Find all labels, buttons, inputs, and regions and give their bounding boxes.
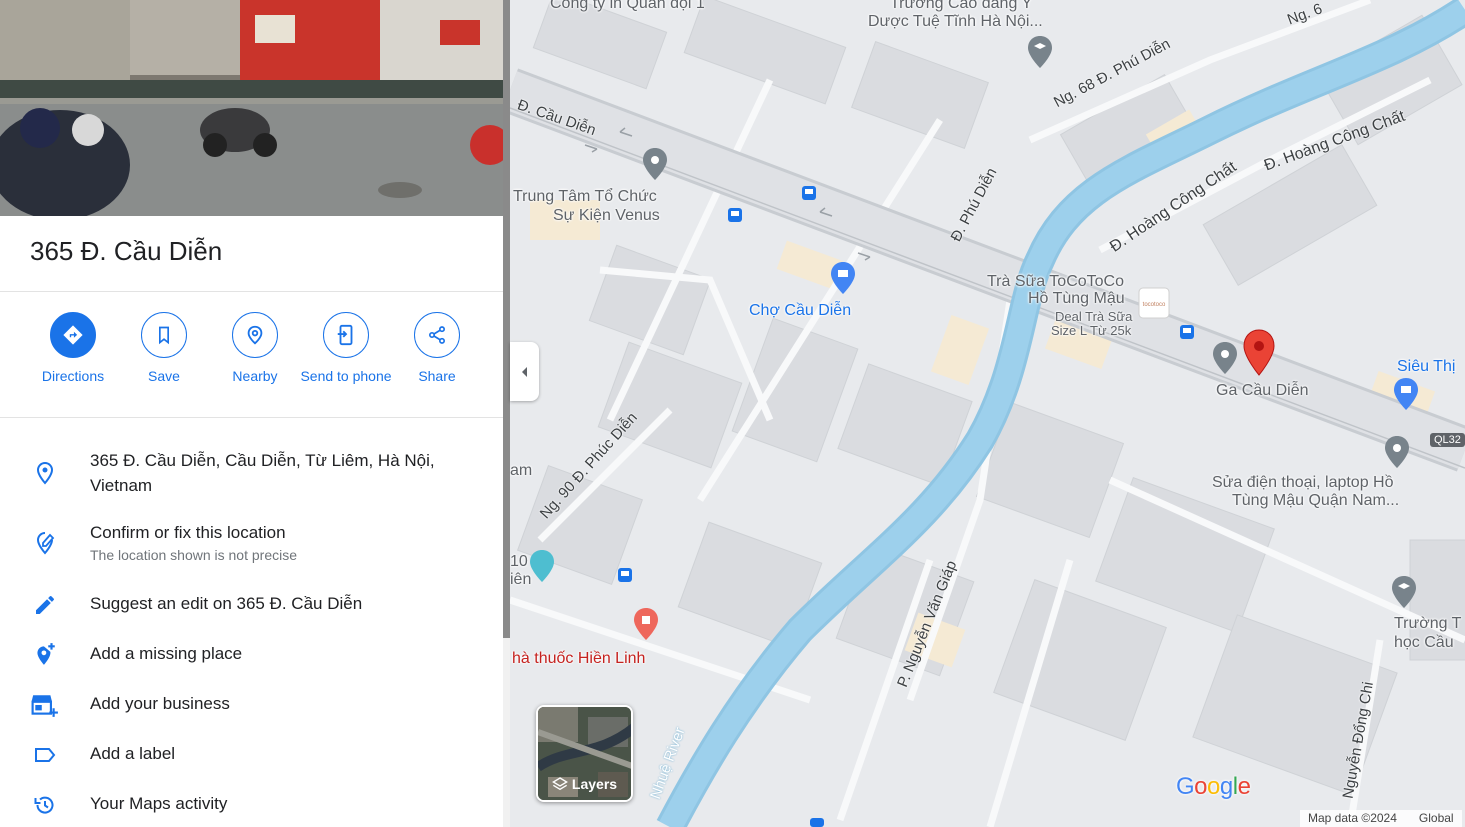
nearby-icon	[247, 325, 263, 345]
layers-button[interactable]: Layers	[536, 705, 633, 802]
attribution-map-data[interactable]: Map data ©2024	[1308, 811, 1397, 826]
confirm-location-title: Confirm or fix this location	[90, 523, 286, 542]
save-button[interactable]: Save	[118, 312, 210, 386]
route-badge-ql32: QL32	[1430, 433, 1465, 447]
place-panel: 365 Đ. Cầu Diễn Directions Save Nearby S…	[0, 0, 503, 827]
label-icon	[35, 748, 56, 762]
map-label-deal-1: Deal Trà Sữa	[1055, 309, 1133, 324]
google-letter-e: e	[1237, 773, 1251, 800]
attribution-region[interactable]: Global	[1419, 811, 1454, 826]
map-label-sieu-thi[interactable]: Siêu Thị	[1397, 357, 1455, 376]
maps-activity-row[interactable]: Your Maps activity	[0, 790, 503, 820]
add-business-icon	[31, 695, 58, 717]
add-label-row[interactable]: Add a label	[0, 740, 503, 770]
map-base: tocotoco	[510, 0, 1465, 827]
nearby-button[interactable]: Nearby	[209, 312, 301, 386]
send-to-phone-icon	[337, 324, 353, 346]
collapse-panel-button[interactable]	[510, 342, 539, 401]
map-label-ien: iên	[510, 571, 532, 588]
map-label-tra-sua-2[interactable]: Hồ Tùng Mậu	[1028, 289, 1125, 308]
google-letter-g2: g	[1219, 773, 1233, 800]
panel-scrollbar-thumb[interactable]	[503, 0, 510, 638]
map-canvas[interactable]: tocotoco Công ty in Quân đội 1 Trường Ca…	[510, 0, 1465, 827]
confirm-location-subtitle: The location shown is not precise	[90, 547, 297, 563]
share-button[interactable]: Share	[391, 312, 483, 386]
send-to-phone-button[interactable]: Send to phone	[300, 312, 392, 386]
suggest-edit-text: Suggest an edit on 365 Đ. Cầu Diễn	[90, 594, 363, 613]
layers-label: Layers	[571, 776, 618, 792]
google-letter-o2: o	[1207, 773, 1220, 800]
map-label-ten: 10	[510, 553, 528, 570]
map-attribution: Map data ©2024 Global	[1300, 810, 1462, 827]
directions-label: Directions	[41, 368, 105, 384]
directions-icon	[63, 325, 83, 345]
layers-icon	[551, 777, 568, 791]
add-business-text: Add your business	[90, 694, 230, 713]
svg-text:tocotoco: tocotoco	[1143, 302, 1166, 308]
map-label-ga-cau-dien[interactable]: Ga Cầu Diễn	[1216, 381, 1309, 400]
map-label-sua-dien-thoai-1[interactable]: Sửa điện thoại, laptop Hồ	[1212, 473, 1394, 492]
map-label-deal-2: Size L Từ 25k	[1051, 323, 1132, 338]
confirm-location-row[interactable]: Confirm or fix this location The locatio…	[0, 520, 503, 570]
google-letter-g: G	[1176, 773, 1195, 800]
send-to-phone-label: Send to phone	[300, 368, 392, 384]
address-row[interactable]: 365 Đ. Cầu Diễn, Cầu Diễn, Từ Liêm, Hà N…	[0, 448, 503, 500]
map-label-trung-tam-1[interactable]: Trung Tâm Tổ Chức	[513, 187, 657, 206]
map-label-cong-ty[interactable]: Công ty in Quân đội 1	[550, 0, 705, 13]
street-view-photo[interactable]	[0, 0, 503, 216]
edit-location-icon	[36, 532, 55, 555]
divider	[0, 417, 503, 418]
caret-left-icon	[521, 366, 527, 377]
share-icon	[429, 326, 445, 344]
maps-activity-text: Your Maps activity	[90, 794, 228, 813]
add-location-icon	[37, 643, 55, 665]
save-label: Save	[148, 368, 180, 384]
action-bar: Directions Save Nearby Send to phone Sha…	[0, 312, 503, 412]
map-label-am: am	[510, 462, 533, 479]
add-missing-place-row[interactable]: Add a missing place	[0, 640, 503, 670]
map-label-hoc-cau[interactable]: học Cầu	[1394, 633, 1454, 652]
divider	[0, 291, 503, 292]
google-maps-app: 365 Đ. Cầu Diễn Directions Save Nearby S…	[0, 0, 1465, 827]
nearby-label: Nearby	[232, 368, 278, 384]
add-business-row[interactable]: Add your business	[0, 690, 503, 720]
address-text: 365 Đ. Cầu Diễn, Cầu Diễn, Từ Liêm, Hà N…	[90, 451, 435, 495]
pencil-icon	[36, 596, 54, 614]
map-label-duoc-tue-tinh[interactable]: Dược Tuệ Tĩnh Hà Nội...	[868, 12, 1043, 31]
history-icon	[34, 796, 54, 814]
map-label-nha-thuoc[interactable]: hà thuốc Hiền Linh	[512, 649, 645, 668]
add-label-text: Add a label	[90, 744, 176, 763]
place-title: 365 Đ. Cầu Diễn	[30, 236, 223, 266]
map-label-truong-t[interactable]: Trường T	[1394, 614, 1461, 633]
bookmark-icon	[159, 326, 169, 345]
suggest-edit-row[interactable]: Suggest an edit on 365 Đ. Cầu Diễn	[0, 590, 503, 620]
location-pin-icon	[36, 461, 54, 485]
map-label-trung-tam-2[interactable]: Sự Kiện Venus	[553, 206, 660, 225]
map-label-cho-cau-dien[interactable]: Chợ Cầu Diễn	[749, 301, 851, 320]
directions-button[interactable]: Directions	[27, 312, 119, 386]
add-missing-place-text: Add a missing place	[90, 644, 243, 663]
google-letter-o1: o	[1194, 773, 1208, 800]
google-logo: Google	[1176, 773, 1251, 801]
share-label: Share	[418, 368, 456, 384]
map-label-sua-dien-thoai-2[interactable]: Tùng Mậu Quận Nam...	[1232, 491, 1399, 510]
